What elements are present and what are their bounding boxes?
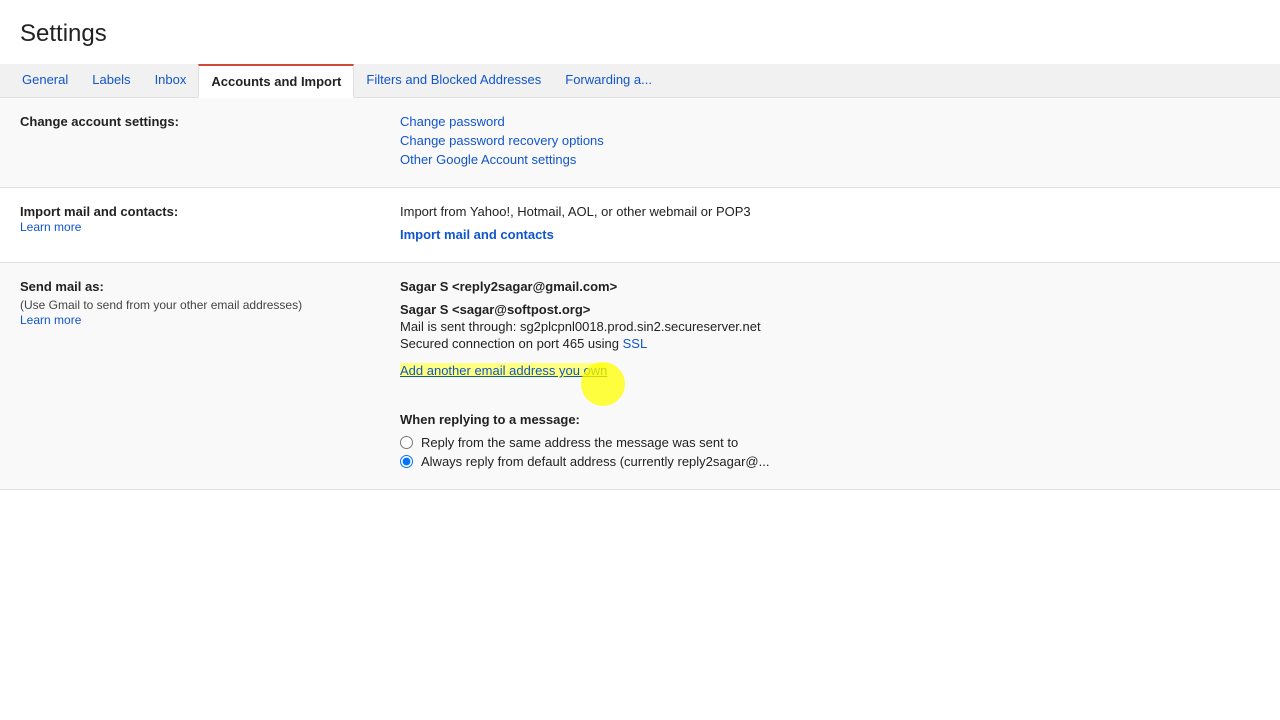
reply-default-option: Always reply from default address (curre… xyxy=(400,454,1260,469)
reply-same-radio[interactable] xyxy=(400,436,413,449)
import-mail-contacts-content: Import from Yahoo!, Hotmail, AOL, or oth… xyxy=(400,204,1260,246)
secured-connection: Secured connection on port 465 using SSL xyxy=(400,336,1260,351)
tabs-bar: General Labels Inbox Accounts and Import… xyxy=(0,64,1280,98)
import-learn-more-link[interactable]: Learn more xyxy=(20,220,81,234)
send-mail-learn-more-link[interactable]: Learn more xyxy=(20,313,81,327)
tab-labels[interactable]: Labels xyxy=(80,64,142,97)
add-email-wrapper: Add another email address you own xyxy=(400,353,607,392)
change-password-link[interactable]: Change password xyxy=(400,114,1260,129)
send-mail-as-label: Send mail as: (Use Gmail to send from yo… xyxy=(20,279,400,473)
change-account-settings-title: Change account settings: xyxy=(20,114,179,129)
reply-same-label: Reply from the same address the message … xyxy=(421,435,738,450)
tab-general[interactable]: General xyxy=(10,64,80,97)
page-wrapper: Settings General Labels Inbox Accounts a… xyxy=(0,0,1280,720)
other-google-account-link[interactable]: Other Google Account settings xyxy=(400,152,1260,167)
secondary-email: Sagar S <sagar@softpost.org> xyxy=(400,302,1260,317)
import-mail-contacts-title: Import mail and contacts: xyxy=(20,204,380,219)
tab-filters-and-blocked[interactable]: Filters and Blocked Addresses xyxy=(354,64,553,97)
change-account-settings-label: Change account settings: xyxy=(20,114,400,171)
tab-accounts-and-import[interactable]: Accounts and Import xyxy=(198,64,354,98)
send-mail-as-subtitle: (Use Gmail to send from your other email… xyxy=(20,298,380,312)
settings-content: Change account settings: Change password… xyxy=(0,98,1280,490)
reply-default-radio[interactable] xyxy=(400,455,413,468)
import-mail-contacts-link[interactable]: Import mail and contacts xyxy=(400,227,1260,242)
reply-default-label: Always reply from default address (curre… xyxy=(421,454,769,469)
primary-email: Sagar S <reply2sagar@gmail.com> xyxy=(400,279,1260,294)
send-mail-as-row: Send mail as: (Use Gmail to send from yo… xyxy=(0,263,1280,490)
send-mail-as-content: Sagar S <reply2sagar@gmail.com> Sagar S … xyxy=(400,279,1260,473)
when-replying-label: When replying to a message: xyxy=(400,412,1260,427)
reply-same-option: Reply from the same address the message … xyxy=(400,435,1260,450)
mail-sent-through: Mail is sent through: sg2plcpnl0018.prod… xyxy=(400,319,1260,334)
change-account-settings-content: Change password Change password recovery… xyxy=(400,114,1260,171)
import-mail-contacts-row: Import mail and contacts: Learn more Imp… xyxy=(0,188,1280,263)
ssl-link[interactable]: SSL xyxy=(623,336,648,351)
change-account-settings-row: Change account settings: Change password… xyxy=(0,98,1280,188)
add-another-email-link[interactable]: Add another email address you own xyxy=(400,363,607,378)
import-description: Import from Yahoo!, Hotmail, AOL, or oth… xyxy=(400,204,1260,219)
tab-forwarding[interactable]: Forwarding a... xyxy=(553,64,664,97)
tab-inbox[interactable]: Inbox xyxy=(143,64,199,97)
import-mail-contacts-label: Import mail and contacts: Learn more xyxy=(20,204,400,246)
send-mail-as-title: Send mail as: xyxy=(20,279,380,294)
page-title: Settings xyxy=(0,0,1280,64)
change-password-recovery-link[interactable]: Change password recovery options xyxy=(400,133,1260,148)
